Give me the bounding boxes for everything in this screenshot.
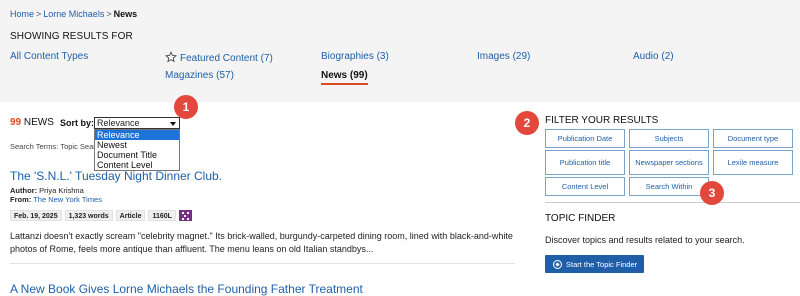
topic-finder-button-label: Start the Topic Finder	[566, 259, 638, 269]
filter-header: FILTER YOUR RESULTS	[545, 115, 659, 126]
start-topic-finder-button[interactable]: Start the Topic Finder	[545, 255, 644, 273]
annotation-badge-1: 1	[174, 95, 198, 119]
content-type-count: (29)	[512, 51, 531, 62]
content-type-featured[interactable]: Featured Content (7)	[165, 51, 273, 64]
search-terms: Search Terms: Topic Sear	[10, 142, 96, 151]
filter-label: Lexile measure	[727, 158, 779, 167]
content-type-news[interactable]: News (99)	[321, 70, 368, 85]
author-name: Priya Krishna	[39, 186, 84, 195]
sort-option-content-level[interactable]: Content Level	[95, 160, 179, 170]
result-title[interactable]: The 'S.N.L.' Tuesday Night Dinner Club.	[10, 169, 222, 183]
result-source: From: The New York Times	[10, 195, 102, 204]
breadcrumb-lorne-michaels[interactable]: Lorne Michaels	[43, 9, 104, 19]
search-terms-value: Topic Sear	[60, 142, 96, 151]
breadcrumb-separator: >	[36, 9, 42, 19]
panel-divider	[545, 202, 800, 203]
date-chip: Feb. 19, 2025	[10, 210, 62, 221]
filter-publication-date[interactable]: Publication Date	[545, 129, 625, 148]
breadcrumb-current: News	[113, 9, 138, 19]
result-snippet: Lattanzi doesn't exactly scream "celebri…	[10, 231, 513, 254]
content-type-biographies[interactable]: Biographies (3)	[321, 51, 389, 62]
results-count-number: 99	[10, 117, 22, 128]
sort-option-relevance[interactable]: Relevance	[95, 130, 179, 140]
sort-label: Sort by:	[60, 118, 95, 128]
content-type-all[interactable]: All Content Types	[10, 51, 88, 62]
content-type-count: (3)	[376, 51, 389, 62]
content-type-label: Biographies	[321, 51, 374, 62]
content-type-magazines[interactable]: Magazines (57)	[165, 70, 234, 81]
content-type-images[interactable]: Images (29)	[477, 51, 530, 62]
breadcrumb-separator: >	[106, 9, 112, 19]
filter-subjects[interactable]: Subjects	[629, 129, 709, 148]
content-type-count: (99)	[349, 70, 368, 81]
star-icon	[165, 51, 177, 63]
content-type-count: (2)	[661, 51, 674, 62]
breadcrumb-home[interactable]: Home	[10, 9, 34, 19]
annotation-badge-3: 3	[700, 181, 724, 205]
source-link[interactable]: The New York Times	[33, 195, 102, 204]
filter-lexile-measure[interactable]: Lexile measure	[713, 150, 793, 175]
sort-select[interactable]: Relevance	[94, 117, 180, 129]
result-divider	[10, 263, 515, 264]
result-chips: Feb. 19, 2025 1,323 words Article 1160L	[10, 210, 192, 222]
sort-option-newest[interactable]: Newest	[95, 140, 179, 150]
filter-newspaper-sections[interactable]: Newspaper sections	[629, 150, 709, 175]
search-terms-label: Search Terms:	[10, 142, 59, 151]
filter-label: Search Within	[645, 182, 693, 191]
filter-publication-title[interactable]: Publication title	[545, 150, 625, 175]
filter-label: Content Level	[561, 182, 609, 191]
content-type-audio[interactable]: Audio (2)	[633, 51, 674, 62]
filter-label: Subjects	[654, 134, 684, 143]
results-count: 99 NEWS	[10, 117, 54, 128]
content-type-label: Magazines	[165, 70, 214, 81]
filter-content-level[interactable]: Content Level	[545, 177, 625, 196]
content-type-label: Featured Content	[180, 53, 258, 64]
sort-dropdown: Relevance Newest Document Title Content …	[94, 129, 180, 171]
result-title[interactable]: A New Book Gives Lorne Michaels the Foun…	[10, 282, 363, 296]
content-type-label: All Content Types	[10, 51, 89, 62]
content-type-label: Images	[477, 51, 510, 62]
content-type-count: (7)	[260, 53, 273, 64]
compass-icon	[553, 259, 562, 269]
showing-results-label: SHOWING RESULTS FOR	[10, 31, 133, 42]
filter-label: Publication Date	[557, 134, 613, 143]
content-type-count: (57)	[216, 70, 234, 81]
result-author: Author: Priya Krishna	[10, 186, 84, 195]
sort-option-document-title[interactable]: Document Title	[95, 150, 179, 160]
filter-label: Publication title	[559, 158, 611, 167]
lexile-level-icon	[178, 210, 192, 221]
doctype-chip: Article	[115, 210, 146, 221]
annotation-badge-2: 2	[515, 111, 539, 135]
topic-finder-header: TOPIC FINDER	[545, 213, 616, 224]
from-label: From:	[10, 195, 32, 204]
results-count-label: NEWS	[23, 117, 54, 128]
breadcrumb: Home > Lorne Michaels > News	[10, 9, 137, 19]
caret-down-icon	[170, 122, 176, 126]
filter-label: Document type	[727, 134, 779, 143]
content-type-label: Audio	[633, 51, 659, 62]
filter-search-within[interactable]: Search Within	[629, 177, 709, 196]
lexile-chip: 1160L	[148, 210, 176, 221]
author-label: Author:	[10, 186, 38, 195]
topic-finder-description: Discover topics and results related to y…	[545, 235, 745, 245]
content-type-label: News	[321, 70, 348, 81]
filter-document-type[interactable]: Document type	[713, 129, 793, 148]
wordcount-chip: 1,323 words	[64, 210, 113, 221]
filter-label: Newspaper sections	[635, 158, 703, 167]
sort-select-value: Relevance	[97, 118, 140, 128]
